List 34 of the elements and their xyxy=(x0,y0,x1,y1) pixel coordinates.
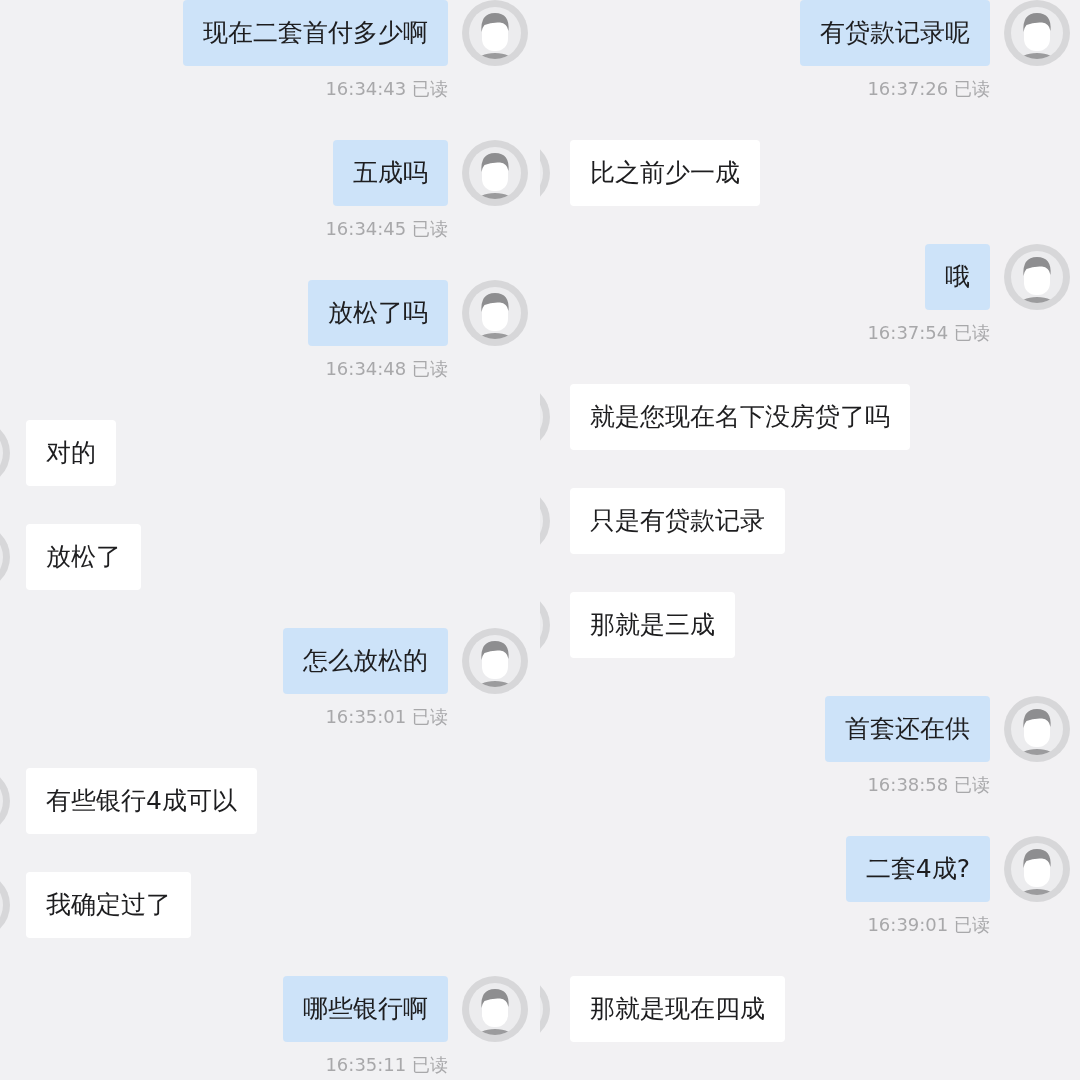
avatar-icon xyxy=(1004,244,1070,310)
message-bubble: 那就是三成 xyxy=(570,592,735,658)
message-bubble: 那就是现在四成 xyxy=(570,976,785,1042)
message-timestamp: 16:37:54 已读 xyxy=(867,322,990,344)
message-bubble: 怎么放松的 xyxy=(283,628,448,694)
message-bubble: 哦 xyxy=(925,244,990,310)
message-bubble: 有些银行4成可以 xyxy=(26,768,257,834)
message-bubble: 哪些银行啊 xyxy=(283,976,448,1042)
avatar-icon xyxy=(1004,836,1070,902)
message-timestamp: 16:34:43 已读 xyxy=(325,78,448,100)
message-bubble: 有贷款记录呢 xyxy=(800,0,990,66)
message-timestamp: 16:37:26 已读 xyxy=(867,78,990,100)
message-bubble: 首套还在供 xyxy=(825,696,990,762)
message-timestamp: 16:34:45 已读 xyxy=(325,218,448,240)
message-bubble: 二套4成? xyxy=(845,836,990,902)
avatar-icon xyxy=(462,280,528,346)
message-bubble: 比之前少一成 xyxy=(570,140,760,206)
message-bubble: 我确定过了 xyxy=(26,872,191,938)
message-bubble: 放松了吗 xyxy=(308,280,448,346)
avatar-icon xyxy=(462,628,528,694)
message-timestamp: 16:38:58 已读 xyxy=(867,774,990,796)
message-bubble: 对的 xyxy=(26,420,116,486)
message-timestamp: 16:35:01 已读 xyxy=(325,706,448,728)
message-bubble: 现在二套首付多少啊 xyxy=(183,0,448,66)
avatar-icon xyxy=(462,140,528,206)
message-timestamp: 16:39:01 已读 xyxy=(867,914,990,936)
message-bubble: 只是有贷款记录 xyxy=(570,488,785,554)
message-timestamp: 16:35:11 已读 xyxy=(325,1054,448,1076)
avatar-icon xyxy=(462,976,528,1042)
message-timestamp: 16:34:48 已读 xyxy=(325,358,448,380)
message-bubble: 放松了 xyxy=(26,524,141,590)
avatar-icon xyxy=(1004,696,1070,762)
message-bubble: 就是您现在名下没房贷了吗 xyxy=(570,384,910,450)
message-bubble: 五成吗 xyxy=(333,140,448,206)
